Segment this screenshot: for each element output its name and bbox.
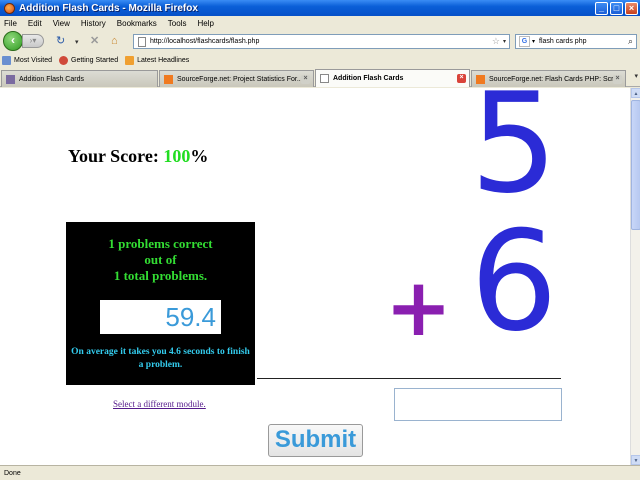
menu-bookmarks[interactable]: Bookmarks [117,19,157,28]
back-arrow-icon: ‹ [11,33,15,47]
menu-history[interactable]: History [81,19,106,28]
url-dropdown-icon[interactable]: ▾ [503,38,506,45]
menu-edit[interactable]: Edit [28,19,42,28]
page-icon [138,36,146,47]
tab-bar: Addition Flash Cards SourceForge.net: Pr… [0,69,640,87]
vertical-scrollbar[interactable]: ▲ ▼ [630,88,640,465]
operator-sign: + [385,261,453,354]
tab-addition-flash-cards-active[interactable]: Addition Flash Cards × [315,69,470,87]
sourceforge-icon [164,74,173,84]
tab-close-icon[interactable]: × [301,75,310,84]
url-text[interactable]: http://localhost/flashcards/flash.php [150,38,492,45]
browser-window: Addition Flash Cards - Mozilla Firefox _… [0,0,640,480]
most-visited-icon [2,56,11,65]
scroll-thumb[interactable] [631,100,640,230]
menu-file[interactable]: File [4,19,17,28]
stop-icon[interactable]: ✕ [90,35,99,47]
bookmark-most-visited[interactable]: Most Visited [2,56,52,65]
firefox-icon [4,2,15,14]
average-time-text: On average it takes you 4.6 seconds to f… [71,347,250,370]
scroll-up-icon[interactable]: ▲ [631,88,640,98]
page-icon [320,74,329,83]
top-operand: 5 [470,88,558,224]
bookmarks-toolbar: Most Visited Getting Started Latest Head… [0,53,640,68]
status-bar: Done [0,465,640,480]
search-engine-dropdown-icon[interactable]: ▾ [532,38,535,45]
equation-divider-line [257,378,561,379]
tab-close-icon[interactable]: × [457,74,466,83]
answer-input[interactable] [394,388,562,421]
tab-close-icon[interactable]: × [613,75,622,84]
tab-favicon [6,74,15,84]
minimize-button[interactable]: _ [595,1,608,15]
page-content: Your Score: 100% 1 problems correct out … [0,88,630,465]
bottom-operand: 6 [470,201,558,362]
google-icon[interactable]: G [519,36,530,47]
tab-sourceforge-stats[interactable]: SourceForge.net: Project Statistics For.… [159,70,314,87]
bookmark-star-icon[interactable]: ☆ [492,36,500,47]
timer-display: 59.4 [100,300,221,334]
submit-button[interactable]: Submit [268,424,363,457]
bookmark-getting-started[interactable]: Getting Started [59,56,118,65]
tab-list-dropdown-icon[interactable]: ▾ [634,72,638,80]
rss-icon [125,56,135,65]
maximize-button[interactable]: □ [610,1,623,15]
score-value: 100 [163,146,191,166]
getting-started-icon [59,56,68,65]
close-button[interactable]: × [625,1,638,15]
menu-tools[interactable]: Tools [168,19,187,28]
bookmark-latest-headlines[interactable]: Latest Headlines [125,56,189,65]
history-dropdown-icon[interactable]: ▾ [75,37,79,49]
url-bar[interactable]: http://localhost/flashcards/flash.php ☆ … [133,34,510,49]
problems-correct-text: 1 problems correct [108,236,213,251]
tab-addition-flash-cards-1[interactable]: Addition Flash Cards [1,70,158,87]
window-title: Addition Flash Cards - Mozilla Firefox [19,2,198,14]
select-module-link[interactable]: Select a different module. [113,399,206,409]
navigation-toolbar: ‹ ›▾ ↻ ▾ ✕ ⌂ http://localhost/flashcards… [0,30,640,52]
menu-help[interactable]: Help [197,19,213,28]
score-suffix: % [190,146,209,166]
forward-arrow-icon: ›▾ [29,36,37,45]
forward-button[interactable]: ›▾ [22,34,44,48]
menu-bar: File Edit View History Bookmarks Tools H… [0,16,640,30]
stats-panel: 1 problems correct out of 1 total proble… [66,222,255,385]
score-display: Your Score: 100% [68,146,208,167]
out-of-text: out of [144,252,177,267]
search-icon[interactable]: ⌕ [628,36,633,47]
reload-icon[interactable]: ↻ [56,35,65,47]
status-text: Done [4,469,21,477]
scroll-down-icon[interactable]: ▼ [631,455,640,465]
search-bar[interactable]: G ▾ flash cards php ⌕ [515,34,637,49]
back-button[interactable]: ‹ [3,31,23,51]
search-input[interactable]: flash cards php [539,38,628,45]
menu-view[interactable]: View [53,19,70,28]
score-label: Your Score: [68,146,164,166]
tab-sourceforge-flash-cards[interactable]: SourceForge.net: Flash Cards PHP: Scr...… [471,70,626,87]
total-problems-text: 1 total problems. [113,268,208,283]
title-bar[interactable]: Addition Flash Cards - Mozilla Firefox _… [0,0,640,16]
sourceforge-icon [476,74,485,84]
home-icon[interactable]: ⌂ [111,35,118,47]
